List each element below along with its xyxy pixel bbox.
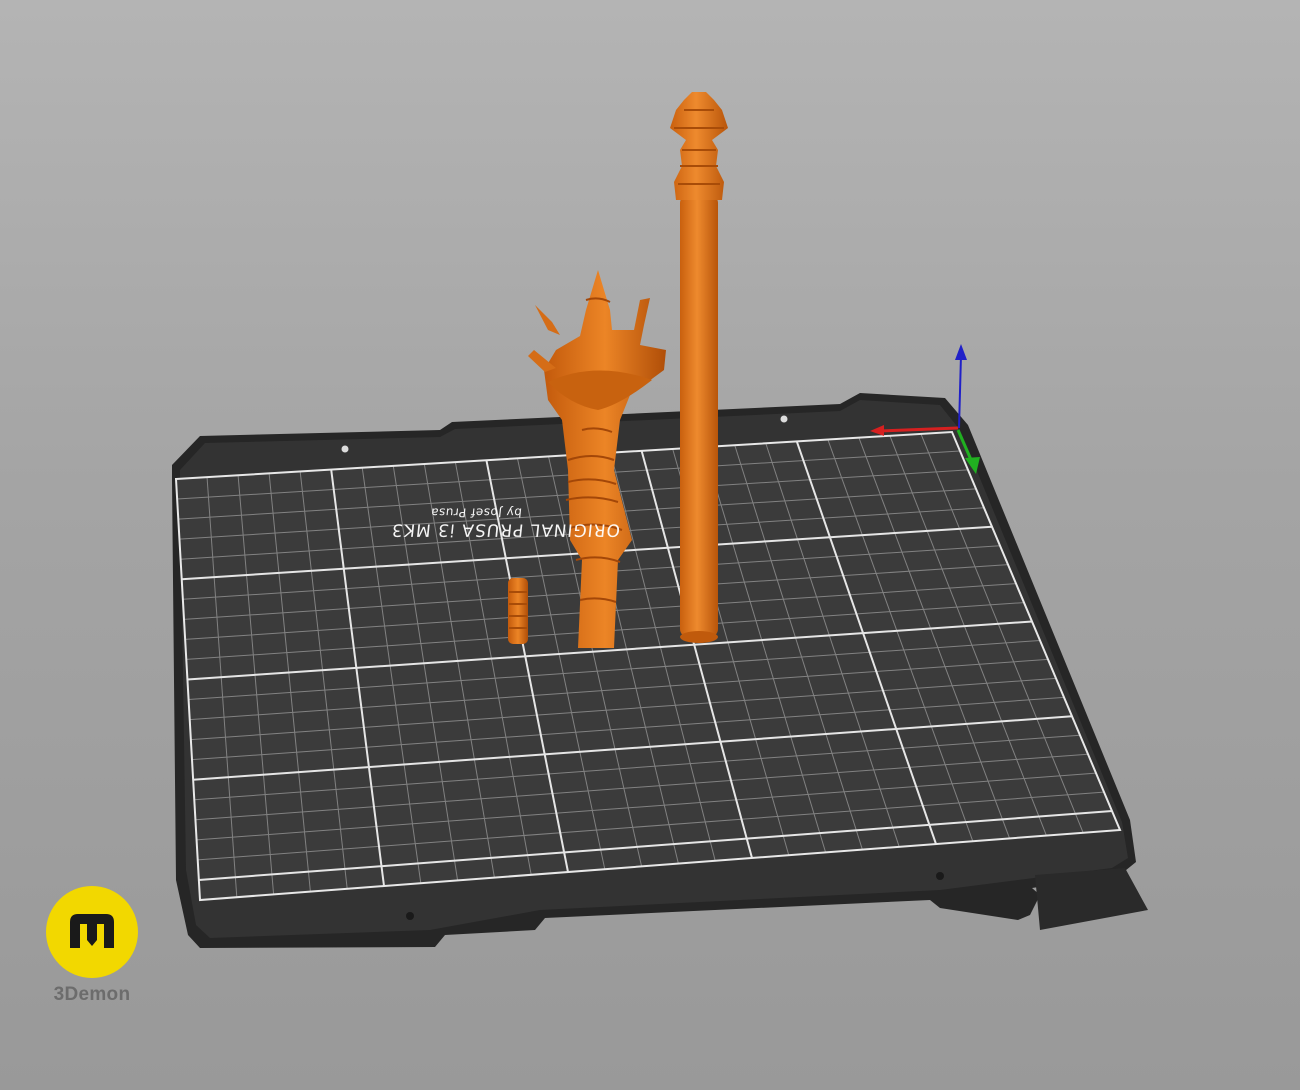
brand-logo: 3Demon (42, 886, 142, 1006)
bed-label-subtitle: by Josef Prusa (429, 505, 523, 520)
bed-label-title: ORIGINAL PRUSA i3 MK3 (390, 519, 622, 540)
brand-name: 3Demon (53, 984, 131, 1005)
demon-logo-icon (46, 886, 138, 978)
bed-label: ORIGINAL PRUSA i3 MK3 by Josef Prusa (390, 505, 622, 540)
small-piece-object[interactable] (508, 578, 528, 644)
3d-viewport[interactable] (0, 0, 1300, 1090)
z-axis-arrow-icon (955, 344, 967, 360)
print-bed (172, 393, 1148, 948)
